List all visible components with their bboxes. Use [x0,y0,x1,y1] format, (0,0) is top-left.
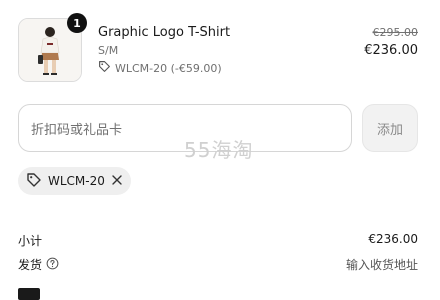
subtotal-value: €236.00 [368,232,418,246]
discount-code-placeholder: 折扣码或礼品卡 [31,122,123,138]
product-variant: S/M [98,44,119,57]
shipping-label: 发货 [18,258,43,272]
apply-discount-button[interactable]: 添加 [362,104,418,152]
subtotal-row: 小计 €236.00 [18,232,418,249]
shipping-value: 输入收货地址 [345,258,418,272]
cart-line-item: 1 Graphic Logo T-Shirt S/M WLCM-20 (-€59… [18,13,422,86]
watermark: 55海淘 [184,138,254,162]
shipping-label-group: 发货 [18,256,59,273]
line-discount-label: WLCM-20 (-€59.00) [115,61,222,75]
total-heading-cut [18,288,40,300]
current-price: €236.00 [364,43,418,58]
help-icon[interactable] [46,257,59,273]
shipping-row: 发货 输入收货地址 [18,256,418,273]
close-icon[interactable] [111,174,123,189]
original-price: €295.00 [372,26,419,39]
subtotal-label: 小计 [18,234,43,248]
quantity-badge: 1 [67,13,87,33]
tag-icon [98,60,111,76]
line-discount: WLCM-20 (-€59.00) [98,60,222,76]
tag-icon [26,172,42,191]
applied-discount-chip: WLCM-20 [18,167,131,195]
applied-discount-code: WLCM-20 [48,174,105,188]
product-title: Graphic Logo T-Shirt [98,25,231,40]
